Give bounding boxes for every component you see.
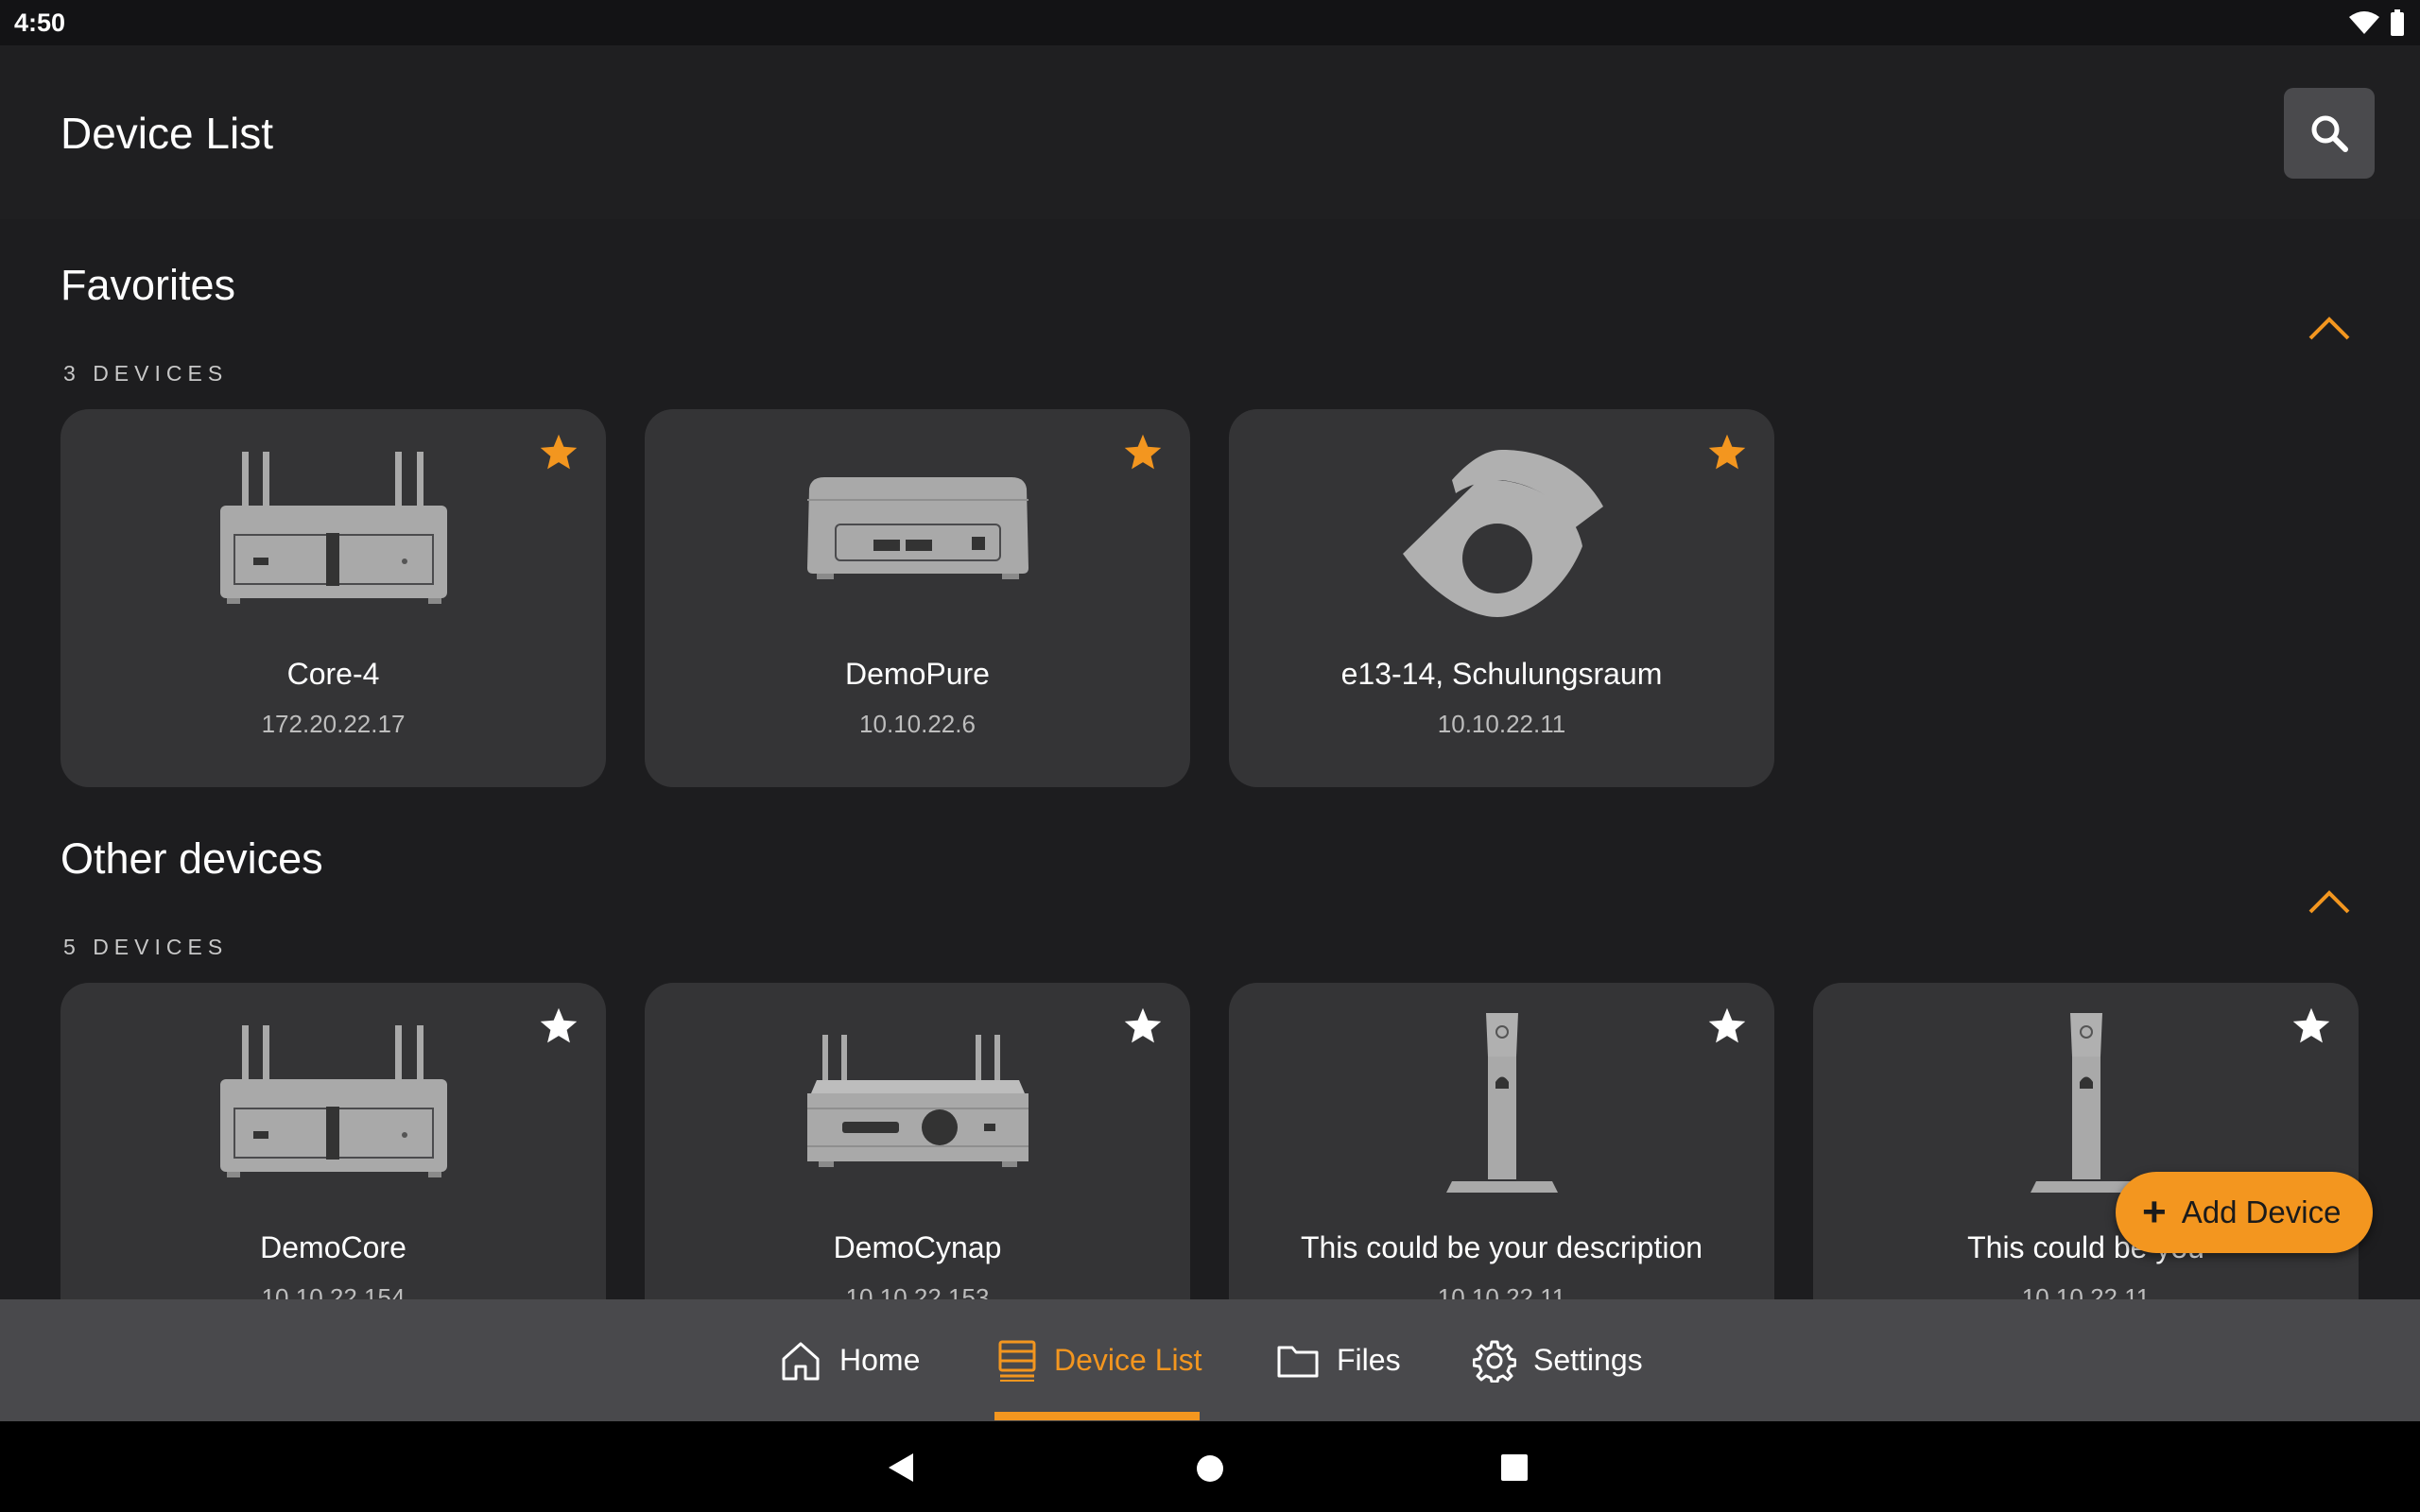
nav-label: Settings	[1533, 1343, 1643, 1377]
gear-icon	[1473, 1340, 1516, 1383]
system-navigation-bar	[0, 1421, 2420, 1512]
collapse-chevron-up-icon[interactable]	[2307, 314, 2352, 342]
battery-icon	[2391, 9, 2404, 36]
collapse-chevron-up-icon[interactable]	[2307, 887, 2352, 916]
device-count-label: DEVICES	[93, 935, 229, 959]
device-card[interactable]: This could be your description 10.10.22.…	[1229, 983, 1774, 1299]
status-time: 4:50	[14, 9, 66, 37]
device-ip: 172.20.22.17	[261, 710, 406, 738]
device-ip: 10.10.22.11	[1437, 1283, 1566, 1299]
device-list-content[interactable]: Favorites 3 DEVICES Core-4 172.20.22.17 …	[0, 219, 2420, 1299]
device-card[interactable]: Core-4 172.20.22.17	[60, 409, 606, 787]
nav-label: Files	[1337, 1343, 1401, 1377]
add-device-button[interactable]: + Add Device	[2116, 1172, 2373, 1253]
device-count-number: 3	[63, 361, 81, 386]
section-title: Other devices	[60, 834, 323, 883]
device-illustration	[1229, 1013, 1774, 1193]
active-tab-indicator	[994, 1412, 1200, 1420]
section-device-count: 5 DEVICES	[63, 935, 228, 960]
device-name: e13-14, Schulungsraum	[1340, 657, 1663, 691]
home-icon	[782, 1342, 820, 1380]
wifi-icon	[2349, 11, 2379, 34]
cynap-device-icon	[806, 1035, 1028, 1167]
display-stand-icon	[2030, 1013, 2142, 1193]
device-name: DemoCynap	[833, 1230, 1002, 1264]
add-device-label: Add Device	[2181, 1194, 2342, 1229]
device-name: DemoPure	[845, 657, 990, 691]
router-device-icon	[219, 452, 447, 604]
search-button[interactable]	[2284, 88, 2375, 179]
mini-box-device-icon	[806, 477, 1028, 579]
search-icon	[2311, 115, 2348, 152]
device-card[interactable]: DemoCore 10.10.22.154	[60, 983, 606, 1299]
device-name: DemoCore	[260, 1230, 406, 1264]
list-icon	[998, 1340, 1036, 1382]
device-illustration	[645, 1021, 1190, 1191]
plus-icon: +	[2142, 1189, 2167, 1235]
device-card[interactable]: e13-14, Schulungsraum 10.10.22.11	[1229, 409, 1774, 787]
device-ip: 10.10.22.11	[2021, 1283, 2151, 1299]
back-icon[interactable]	[887, 1452, 915, 1484]
nav-item-files[interactable]: Files	[1276, 1299, 1401, 1421]
section-device-count: 3 DEVICES	[63, 361, 228, 387]
favorites-section: Favorites 3 DEVICES Core-4 172.20.22.17 …	[0, 261, 2420, 787]
section-title: Favorites	[60, 261, 236, 309]
recents-icon[interactable]	[1500, 1453, 1529, 1482]
device-ip: 10.10.22.153	[845, 1283, 990, 1299]
device-illustration	[60, 447, 606, 617]
app-header: Device List	[0, 45, 2420, 219]
device-illustration	[1229, 447, 1774, 617]
device-illustration	[60, 1021, 606, 1191]
device-card[interactable]: DemoPure 10.10.22.6	[645, 409, 1190, 787]
nav-item-device-list[interactable]: Device List	[997, 1299, 1202, 1421]
status-bar: 4:50	[0, 0, 2420, 45]
device-name: This could be your description	[1300, 1230, 1703, 1264]
nav-label: Device List	[1054, 1343, 1202, 1377]
bottom-navigation: Home Device List Files Settings	[0, 1299, 2420, 1421]
status-icons	[2348, 9, 2405, 36]
device-ip: 10.10.22.6	[859, 710, 976, 738]
nav-item-settings[interactable]: Settings	[1473, 1299, 1643, 1421]
page-title: Device List	[60, 109, 273, 158]
router-device-icon	[219, 1025, 447, 1177]
device-ip: 10.10.22.11	[1437, 710, 1566, 738]
device-illustration	[645, 447, 1190, 617]
device-ip: 10.10.22.154	[261, 1283, 406, 1299]
nav-item-home[interactable]: Home	[779, 1299, 920, 1421]
folder-icon	[1277, 1346, 1319, 1377]
device-count-label: DEVICES	[93, 361, 229, 386]
nav-label: Home	[839, 1343, 921, 1377]
brand-logo-icon	[1402, 450, 1603, 617]
device-card[interactable]: DemoCynap 10.10.22.153	[645, 983, 1190, 1299]
home-circle-icon[interactable]	[1195, 1453, 1225, 1484]
display-stand-icon	[1445, 1013, 1558, 1193]
device-count-number: 5	[63, 935, 81, 959]
other-devices-section: Other devices 5 DEVICES DemoCore 10.10.2…	[0, 834, 2420, 1299]
device-illustration	[1813, 1013, 2359, 1193]
device-name: Core-4	[286, 657, 380, 691]
